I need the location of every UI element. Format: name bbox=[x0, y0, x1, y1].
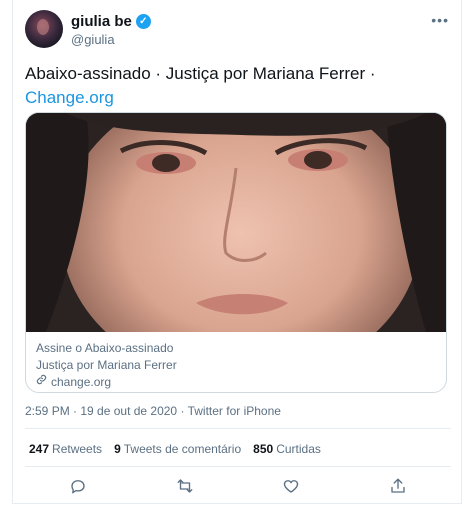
link-icon bbox=[36, 374, 47, 391]
tweet-text: Abaixo-assinado · Justiça por Mariana Fe… bbox=[25, 62, 451, 110]
more-options-icon[interactable]: ••• bbox=[431, 12, 449, 28]
divider-top bbox=[25, 428, 451, 429]
tweet-meta: 2:59 PM · 19 de out de 2020 · Twitter fo… bbox=[25, 404, 281, 418]
stat-likes[interactable]: 850 Curtidas bbox=[253, 442, 321, 456]
avatar[interactable] bbox=[25, 10, 63, 48]
card-line1: Assine o Abaixo-assinado bbox=[36, 341, 174, 355]
stat-retweets[interactable]: 247 Retweets bbox=[29, 442, 102, 456]
card-url-row: change.org bbox=[36, 374, 436, 391]
tweet-link[interactable]: Change.org bbox=[25, 86, 451, 110]
link-card[interactable]: Assine o Abaixo-assinado Justiça por Mar… bbox=[25, 112, 447, 393]
stat-quote-tweets[interactable]: 9 Tweets de comentário bbox=[114, 442, 241, 456]
tweet-body: Abaixo-assinado · Justiça por Mariana Fe… bbox=[25, 64, 376, 83]
tweet-header: giulia be ✓ @giulia ••• bbox=[25, 10, 451, 54]
card-image[interactable] bbox=[26, 113, 446, 332]
reply-icon[interactable] bbox=[66, 474, 90, 498]
share-icon[interactable] bbox=[386, 474, 410, 498]
user-handle[interactable]: @giulia bbox=[71, 32, 115, 47]
card-line2: Justiça por Mariana Ferrer bbox=[36, 358, 177, 372]
display-name-row: giulia be ✓ bbox=[71, 13, 151, 30]
card-url: change.org bbox=[51, 375, 112, 389]
verified-badge-icon: ✓ bbox=[135, 14, 151, 29]
heart-icon[interactable] bbox=[279, 474, 303, 498]
tweet-timestamp[interactable]: 2:59 PM · 19 de out de 2020 · bbox=[25, 404, 188, 418]
engagement-stats: 247 Retweets 9 Tweets de comentário 850 Cur… bbox=[29, 442, 321, 456]
divider-bottom bbox=[25, 466, 451, 467]
retweet-icon[interactable] bbox=[173, 474, 197, 498]
card-info[interactable]: Assine o Abaixo-assinado Justiça por Mar… bbox=[36, 340, 436, 391]
action-bar bbox=[25, 470, 451, 502]
tweet-container: giulia be ✓ @giulia ••• Abaixo-assinado … bbox=[12, 0, 462, 504]
card-photo bbox=[26, 113, 446, 332]
display-name[interactable]: giulia be bbox=[71, 13, 132, 30]
tweet-source[interactable]: Twitter for iPhone bbox=[188, 404, 281, 418]
